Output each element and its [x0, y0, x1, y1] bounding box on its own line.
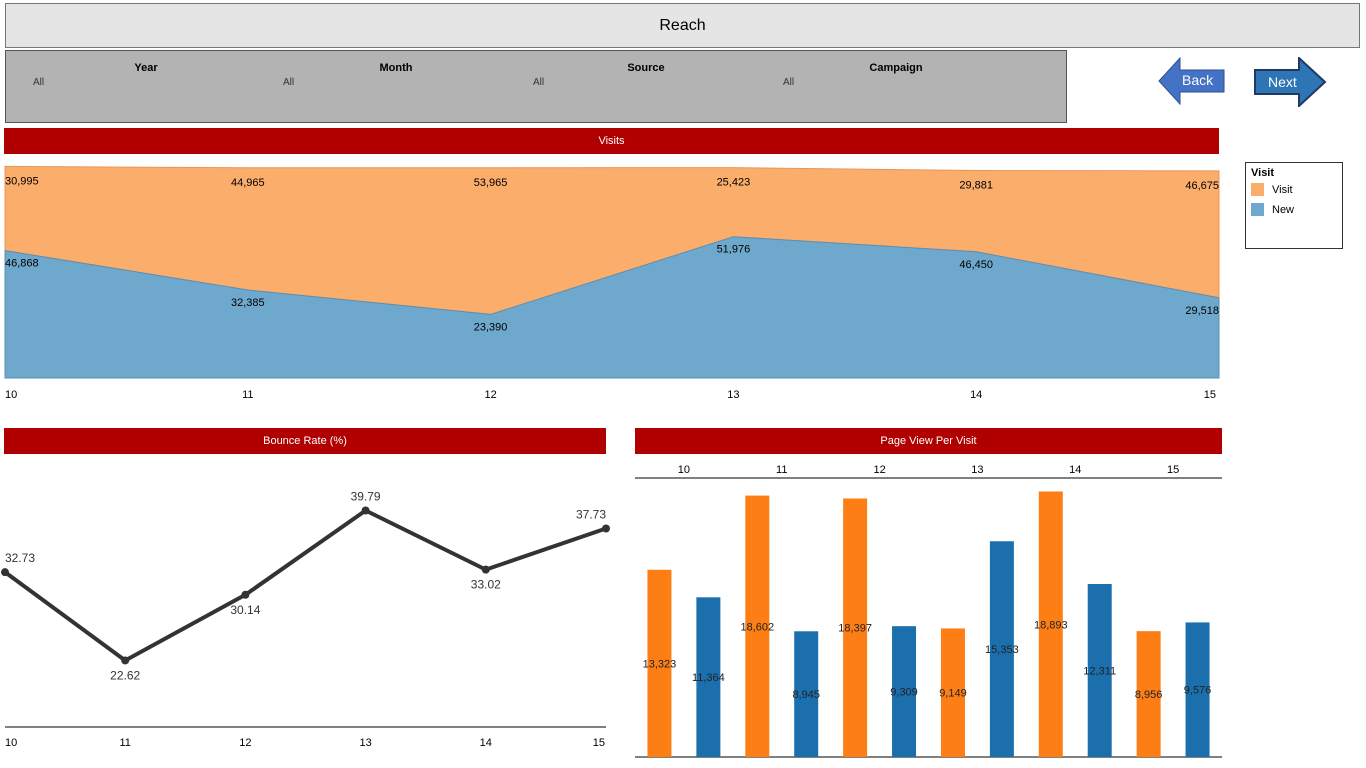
x-tick-label: 13 — [359, 737, 371, 749]
filter-year-label: Year — [134, 62, 158, 74]
data-label: 32.73 — [5, 551, 35, 565]
bounce-chart-title-text: Bounce Rate (%) — [263, 435, 347, 447]
pageview-bar-chart: 10 11 12 13 14 15 13,323 11,364 18,602 8,945 18,39… — [635, 464, 1222, 758]
data-label-visit: 30,995 — [5, 175, 39, 187]
bar-data-label: 11,364 — [692, 672, 725, 684]
pageview-chart-title: Page View Per Visit — [635, 428, 1222, 454]
data-label-visit: 44,965 — [231, 177, 265, 189]
filter-source-value[interactable]: All — [533, 77, 544, 88]
bar-data-label: 8,945 — [792, 689, 820, 701]
x-tick-label: 11 — [242, 389, 253, 401]
filter-month[interactable]: Month All — [256, 51, 506, 121]
bounce-chart-title: Bounce Rate (%) — [4, 428, 606, 454]
bar-data-label: 9,149 — [939, 688, 967, 700]
data-label-new: 23,390 — [474, 321, 508, 333]
filter-campaign[interactable]: Campaign All — [756, 51, 1006, 121]
filter-year[interactable]: Year All — [6, 51, 256, 121]
x-tick-label: 14 — [480, 737, 492, 749]
data-label: 39.79 — [351, 490, 381, 504]
data-label: 22.62 — [110, 668, 140, 682]
bar-data-label: 9,309 — [890, 687, 918, 699]
data-point — [1, 568, 9, 577]
next-button[interactable]: Next — [1254, 57, 1328, 107]
x-tick-label: 14 — [970, 389, 982, 401]
filter-year-value[interactable]: All — [33, 77, 44, 88]
column-header-label: 13 — [971, 464, 983, 476]
column-header-label: 14 — [1069, 464, 1081, 476]
data-label: 30.14 — [230, 603, 260, 617]
filter-campaign-label: Campaign — [869, 62, 923, 74]
bounce-rate-line-chart: 32.73 10 22.62 11 30.14 12 39.79 13 33.02 14 37.73… — [1, 490, 610, 749]
data-label-visit: 29,881 — [959, 180, 993, 192]
column-header-label: 15 — [1167, 464, 1179, 476]
bar-data-label: 8,956 — [1135, 689, 1163, 701]
dashboard-title: Reach — [5, 3, 1360, 48]
x-tick-label: 10 — [5, 389, 17, 401]
bar-data-label: 15,353 — [985, 644, 1019, 656]
legend-item-visit[interactable]: Visit — [1251, 183, 1293, 196]
filter-month-label: Month — [379, 62, 413, 74]
data-label-visit: 46,675 — [1185, 180, 1219, 192]
bar-data-label: 12,311 — [1083, 665, 1116, 677]
data-label-new: 46,868 — [5, 258, 39, 270]
data-label: 33.02 — [471, 578, 501, 592]
data-label-new: 46,450 — [959, 259, 993, 271]
bar-data-label: 18,397 — [838, 623, 872, 635]
data-point — [361, 506, 370, 515]
column-header-label: 12 — [873, 464, 885, 476]
data-point — [481, 565, 490, 574]
legend-label-visit: Visit — [1272, 183, 1293, 196]
bar-data-label: 13,323 — [643, 658, 677, 670]
visits-chart-title: Visits — [4, 128, 1219, 154]
x-tick-label: 15 — [593, 737, 605, 749]
pageview-chart-title-text: Page View Per Visit — [880, 435, 977, 447]
x-tick-label: 12 — [239, 737, 251, 749]
legend-title: Visit — [1251, 167, 1275, 179]
data-point — [121, 656, 130, 665]
bar-data-label: 9,576 — [1184, 685, 1212, 697]
dashboard-title-text: Reach — [659, 16, 706, 34]
data-label-visit: 53,965 — [474, 177, 508, 189]
data-label-visit: 25,423 — [717, 177, 751, 189]
legend-item-new[interactable]: New — [1251, 203, 1294, 216]
column-header-label: 11 — [776, 464, 787, 476]
filter-month-value[interactable]: All — [283, 77, 294, 88]
data-label-new: 51,976 — [717, 244, 751, 256]
data-label-new: 32,385 — [231, 297, 265, 309]
legend-swatch-visit — [1251, 183, 1264, 196]
bar-data-label: 18,893 — [1034, 619, 1068, 631]
next-button-label: Next — [1268, 74, 1297, 90]
visits-area-chart: 30,995 46,868 10 44,965 32,385 11 53,965 23,390… — [4, 165, 1220, 401]
x-tick-label: 12 — [484, 389, 496, 401]
visits-chart-title-text: Visits — [598, 135, 625, 147]
visits-legend: Visit Visit New — [1245, 162, 1343, 249]
back-button-label: Back — [1182, 72, 1214, 88]
x-tick-label: 15 — [1204, 389, 1216, 401]
data-label: 37.73 — [576, 507, 606, 521]
data-point — [602, 524, 610, 533]
bounce-rate-line — [3, 508, 607, 663]
x-tick-label: 13 — [727, 389, 739, 401]
legend-label-new: New — [1272, 203, 1295, 216]
filter-campaign-value[interactable]: All — [783, 77, 794, 88]
data-point — [241, 590, 250, 599]
legend-swatch-new — [1251, 203, 1264, 216]
filter-source[interactable]: Source All — [506, 51, 756, 121]
column-header-label: 10 — [678, 464, 690, 476]
x-tick-label: 11 — [119, 737, 130, 749]
filter-panel: Year All Month All Source All Campaign A… — [5, 50, 1067, 123]
x-tick-label: 10 — [5, 737, 17, 749]
back-button[interactable]: Back — [1158, 57, 1226, 105]
data-label-new: 29,518 — [1185, 305, 1219, 317]
filter-source-label: Source — [627, 62, 665, 74]
bar-data-label: 18,602 — [740, 621, 774, 633]
